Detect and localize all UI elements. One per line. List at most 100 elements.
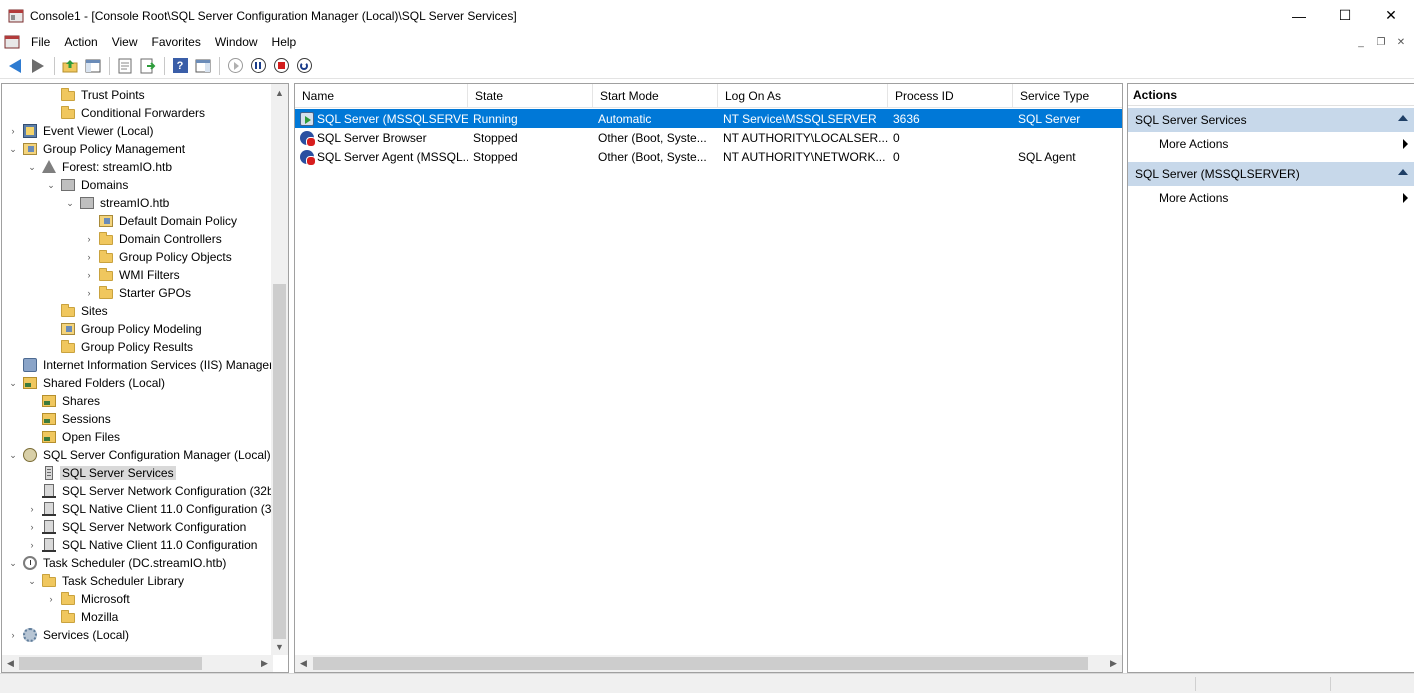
tree-vertical-scrollbar[interactable]: ▲ ▼ bbox=[271, 84, 288, 655]
up-one-level-button[interactable] bbox=[59, 55, 81, 77]
scroll-thumb[interactable] bbox=[19, 657, 202, 670]
expand-chevron-icon[interactable]: › bbox=[27, 518, 37, 536]
tree-node[interactable]: Open Files bbox=[27, 428, 122, 446]
tree-node[interactable]: Conditional Forwarders bbox=[46, 104, 207, 122]
tree-node[interactable]: › SQL Server Network Configuration bbox=[27, 518, 248, 536]
tree-node[interactable]: ⌄ Group Policy Management bbox=[8, 140, 187, 158]
tree-node[interactable]: Trust Points bbox=[46, 86, 147, 104]
service-row[interactable]: SQL Server (MSSQLSERVER) Running Automatic… bbox=[295, 109, 1122, 128]
menu-file[interactable]: File bbox=[24, 35, 57, 49]
column-header-service-type[interactable]: Service Type bbox=[1013, 84, 1122, 108]
tree-node[interactable]: Internet Information Services (IIS) Mana… bbox=[8, 356, 275, 374]
properties-button[interactable] bbox=[114, 55, 136, 77]
column-header-process-id[interactable]: Process ID bbox=[888, 84, 1013, 108]
expand-chevron-icon[interactable]: › bbox=[84, 248, 94, 266]
list-horizontal-scrollbar[interactable]: ◀ ▶ bbox=[295, 655, 1122, 672]
tree-node[interactable]: › SQL Native Client 11.0 Configuration (3… bbox=[27, 500, 277, 518]
tree-node[interactable]: ⌄ SQL Server Configuration Manager (Local… bbox=[8, 446, 273, 464]
expand-chevron-icon[interactable]: › bbox=[84, 266, 94, 284]
pause-service-button[interactable] bbox=[247, 55, 269, 77]
tree-node[interactable]: › WMI Filters bbox=[84, 266, 182, 284]
menu-action[interactable]: Action bbox=[57, 35, 104, 49]
tree-node[interactable]: Shares bbox=[27, 392, 102, 410]
collapse-chevron-icon[interactable]: ⌄ bbox=[8, 140, 18, 158]
column-header-log-on-as[interactable]: Log On As bbox=[718, 84, 888, 108]
expand-chevron-icon[interactable]: › bbox=[27, 500, 37, 518]
scroll-down-arrow-icon[interactable]: ▼ bbox=[271, 638, 288, 655]
more-actions-item[interactable]: More Actions bbox=[1128, 132, 1414, 156]
show-hide-action-pane-button[interactable] bbox=[192, 55, 214, 77]
expand-chevron-icon[interactable]: › bbox=[8, 626, 18, 644]
expand-chevron-icon[interactable]: › bbox=[8, 122, 18, 140]
tree-node[interactable]: Group Policy Results bbox=[46, 338, 195, 356]
tree-node[interactable]: › Event Viewer (Local) bbox=[8, 122, 156, 140]
tree-node[interactable]: › SQL Native Client 11.0 Configuration bbox=[27, 536, 259, 554]
tree-node[interactable]: › Microsoft bbox=[46, 590, 132, 608]
collapse-chevron-icon[interactable]: ⌄ bbox=[65, 194, 75, 212]
collapse-chevron-icon[interactable]: ⌄ bbox=[27, 572, 37, 590]
tree-node[interactable]: ⌄ Task Scheduler (DC.streamIO.htb) bbox=[8, 554, 228, 572]
expand-chevron-icon[interactable]: › bbox=[84, 230, 94, 248]
collapse-caret-icon[interactable] bbox=[1398, 169, 1408, 175]
expand-chevron-icon[interactable]: › bbox=[27, 536, 37, 554]
tree-node[interactable]: ⌄ streamIO.htb bbox=[65, 194, 171, 212]
scroll-right-arrow-icon[interactable]: ▶ bbox=[1105, 655, 1122, 672]
expand-chevron-icon[interactable]: › bbox=[46, 590, 56, 608]
tree-node[interactable]: › Services (Local) bbox=[8, 626, 131, 644]
collapse-chevron-icon[interactable]: ⌄ bbox=[8, 554, 18, 572]
maximize-button[interactable]: ☐ bbox=[1322, 0, 1368, 31]
service-row[interactable]: SQL Server Browser Stopped Other (Boot, Sy… bbox=[295, 128, 1122, 147]
export-list-button[interactable] bbox=[137, 55, 159, 77]
actions-section-sql-server-mssqlserver[interactable]: SQL Server (MSSQLSERVER) bbox=[1128, 162, 1414, 186]
show-hide-console-tree-button[interactable] bbox=[82, 55, 104, 77]
help-button[interactable]: ? bbox=[169, 55, 191, 77]
collapse-chevron-icon[interactable]: ⌄ bbox=[8, 446, 18, 464]
system-menu-icon[interactable] bbox=[4, 34, 20, 50]
forward-button[interactable] bbox=[27, 55, 49, 77]
stop-service-button[interactable] bbox=[270, 55, 292, 77]
column-header-state[interactable]: State bbox=[468, 84, 593, 108]
collapse-chevron-icon[interactable]: ⌄ bbox=[27, 158, 37, 176]
mdi-close-button[interactable]: ✕ bbox=[1392, 34, 1410, 50]
expand-chevron-icon[interactable]: › bbox=[84, 284, 94, 302]
tree-horizontal-scrollbar[interactable]: ◀ ▶ bbox=[2, 655, 273, 672]
column-header-start-mode[interactable]: Start Mode bbox=[593, 84, 718, 108]
restart-service-button[interactable] bbox=[293, 55, 315, 77]
tree-node[interactable]: ⌄ Task Scheduler Library bbox=[27, 572, 186, 590]
minimize-button[interactable]: — bbox=[1276, 0, 1322, 31]
menu-help[interactable]: Help bbox=[265, 35, 304, 49]
tree-node[interactable]: › Group Policy Objects bbox=[84, 248, 234, 266]
scroll-up-arrow-icon[interactable]: ▲ bbox=[271, 84, 288, 101]
scroll-left-arrow-icon[interactable]: ◀ bbox=[295, 655, 312, 672]
service-row[interactable]: SQL Server Agent (MSSQL... Stopped Other (… bbox=[295, 147, 1122, 166]
tree-node[interactable]: Group Policy Modeling bbox=[46, 320, 204, 338]
tree-node[interactable]: Mozilla bbox=[46, 608, 120, 626]
tree-node[interactable]: ⌄ Forest: streamIO.htb bbox=[27, 158, 174, 176]
tree-node[interactable]: › Starter GPOs bbox=[84, 284, 193, 302]
tree-node[interactable]: › Domain Controllers bbox=[84, 230, 224, 248]
collapse-chevron-icon[interactable]: ⌄ bbox=[8, 374, 18, 392]
menu-favorites[interactable]: Favorites bbox=[145, 35, 208, 49]
column-header-name[interactable]: Name bbox=[295, 84, 468, 108]
tree-node[interactable]: ⌄ Domains bbox=[46, 176, 130, 194]
menu-window[interactable]: Window bbox=[208, 35, 265, 49]
tree-node[interactable]: SQL Server Services bbox=[27, 464, 176, 482]
scroll-left-arrow-icon[interactable]: ◀ bbox=[2, 655, 19, 672]
more-actions-item[interactable]: More Actions bbox=[1128, 186, 1414, 210]
menu-view[interactable]: View bbox=[105, 35, 145, 49]
scroll-thumb[interactable] bbox=[313, 657, 1088, 670]
tree-node[interactable]: SQL Server Network Configuration (32b bbox=[27, 482, 276, 500]
tree-node[interactable]: Sites bbox=[46, 302, 110, 320]
mdi-restore-button[interactable]: ❐ bbox=[1372, 34, 1390, 50]
back-button[interactable] bbox=[4, 55, 26, 77]
collapse-chevron-icon[interactable]: ⌄ bbox=[46, 176, 56, 194]
scroll-thumb[interactable] bbox=[273, 284, 286, 639]
tree-node[interactable]: Default Domain Policy bbox=[84, 212, 239, 230]
collapse-caret-icon[interactable] bbox=[1398, 115, 1408, 121]
actions-section-sql-server-services[interactable]: SQL Server Services bbox=[1128, 108, 1414, 132]
tree-node[interactable]: ⌄ Shared Folders (Local) bbox=[8, 374, 167, 392]
close-button[interactable]: ✕ bbox=[1368, 0, 1414, 31]
start-service-button[interactable] bbox=[224, 55, 246, 77]
tree-node[interactable]: Sessions bbox=[27, 410, 113, 428]
mmc-app-icon[interactable] bbox=[8, 8, 24, 24]
